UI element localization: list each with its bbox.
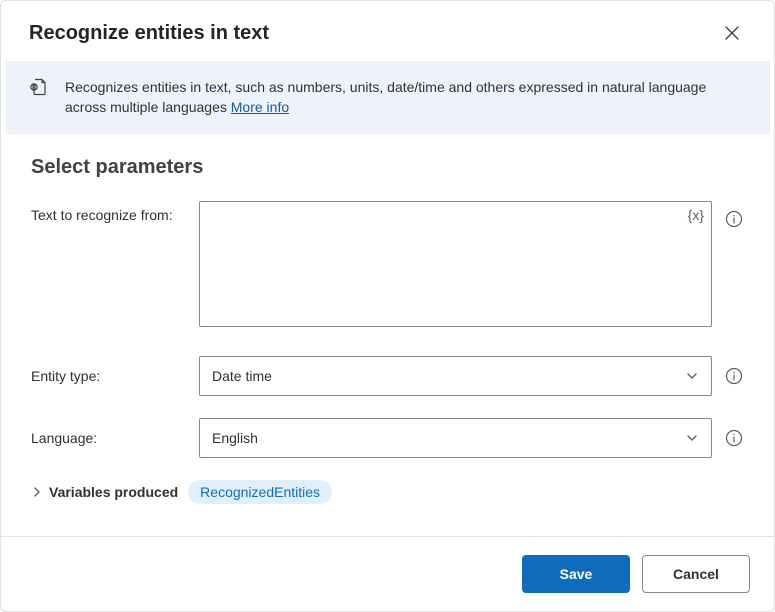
text-label: Text to recognize from:: [31, 201, 199, 223]
language-select[interactable]: English: [199, 418, 712, 458]
chevron-down-icon: [685, 431, 699, 445]
variables-produced-label: Variables produced: [49, 484, 178, 500]
entity-type-label: Entity type:: [31, 368, 199, 384]
dialog-body: Select parameters Text to recognize from…: [1, 134, 774, 536]
text-field-wrap: {x}: [199, 201, 744, 330]
info-icon: [725, 429, 743, 447]
chevron-down-icon: [685, 369, 699, 383]
help-text-button[interactable]: [724, 209, 744, 229]
info-icon: [725, 367, 743, 385]
help-entity-type-button[interactable]: [724, 366, 744, 386]
info-icon: [725, 210, 743, 228]
variables-row: Variables produced RecognizedEntities: [31, 480, 744, 504]
param-row-entity-type: Entity type: Date time: [31, 356, 744, 396]
dialog-title: Recognize entities in text: [29, 22, 269, 45]
entity-type-field-wrap: Date time: [199, 356, 744, 396]
help-language-button[interactable]: [724, 428, 744, 448]
variable-pill-recognized-entities[interactable]: RecognizedEntities: [188, 480, 332, 504]
close-icon: [725, 26, 739, 40]
section-title: Select parameters: [31, 156, 744, 179]
text-to-recognize-input[interactable]: [199, 201, 712, 327]
close-button[interactable]: [718, 19, 746, 47]
language-label: Language:: [31, 430, 199, 446]
entity-type-select[interactable]: Date time: [199, 356, 712, 396]
info-description: Recognizes entities in text, such as num…: [65, 79, 706, 115]
chevron-right-icon: [31, 486, 43, 498]
recognize-entities-dialog: Recognize entities in text Recognizes en…: [0, 0, 775, 612]
cancel-button[interactable]: Cancel: [642, 555, 750, 593]
variables-produced-toggle[interactable]: Variables produced: [31, 484, 178, 500]
save-button[interactable]: Save: [522, 555, 630, 593]
language-value: English: [212, 430, 258, 446]
info-text: Recognizes entities in text, such as num…: [65, 77, 746, 118]
info-bar: Recognizes entities in text, such as num…: [5, 61, 770, 134]
language-field-wrap: English: [199, 418, 744, 458]
entity-type-value: Date time: [212, 368, 272, 384]
param-row-text: Text to recognize from: {x}: [31, 201, 744, 330]
param-row-language: Language: English: [31, 418, 744, 458]
dialog-header: Recognize entities in text: [1, 1, 774, 61]
dialog-footer: Save Cancel: [1, 536, 774, 611]
entities-icon: [29, 77, 51, 97]
insert-variable-button[interactable]: {x}: [688, 207, 704, 223]
more-info-link[interactable]: More info: [231, 99, 289, 115]
